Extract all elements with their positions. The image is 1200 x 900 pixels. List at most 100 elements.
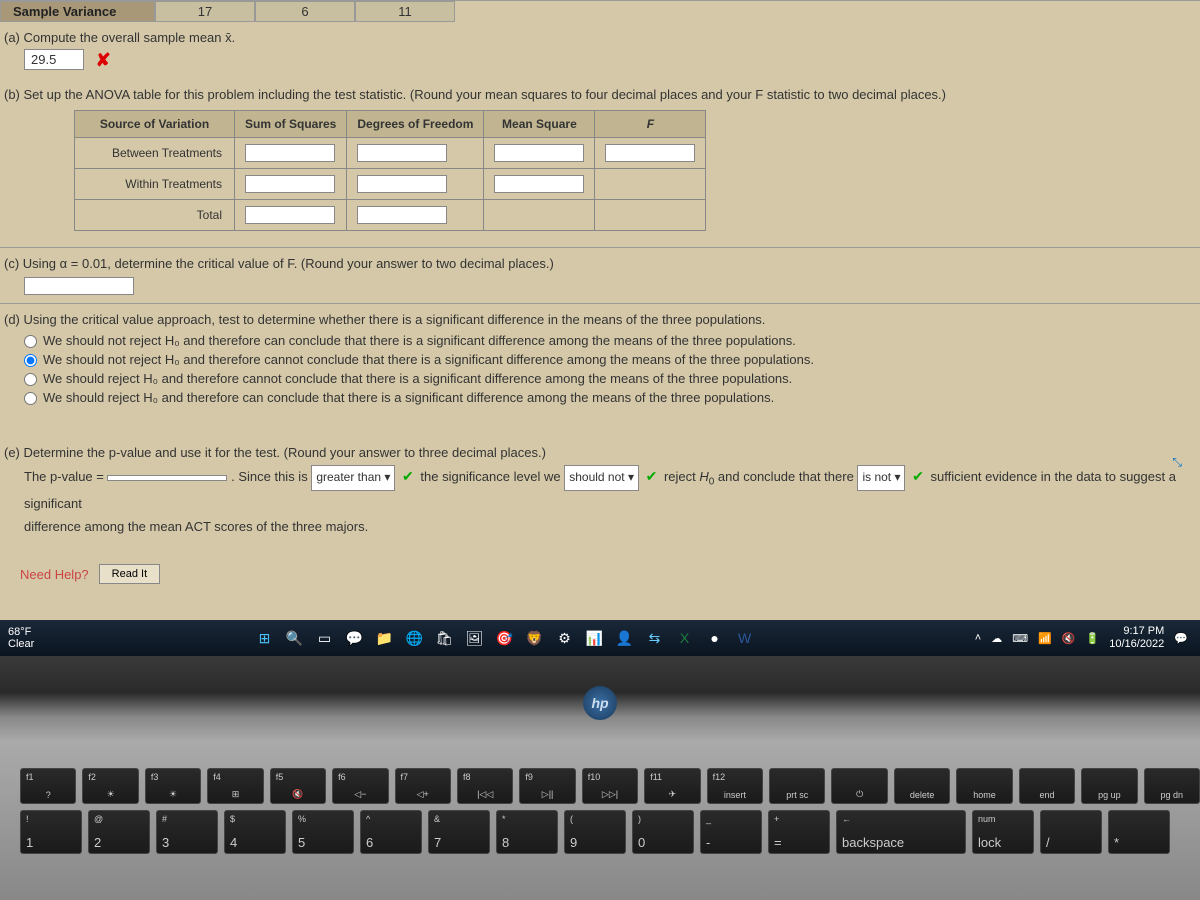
- anova-input-2-1[interactable]: [245, 175, 335, 193]
- date-text: 10/16/2022: [1109, 638, 1164, 651]
- brave-icon[interactable]: 🦁: [525, 628, 545, 648]
- opt-d-2: We should not reject H₀ and therefore ca…: [43, 352, 814, 367]
- sample-variance-label: Sample Variance: [0, 1, 155, 22]
- onedrive-icon[interactable]: ☁: [991, 632, 1002, 645]
- key-?: f1?: [20, 768, 76, 804]
- key-☀: f3☀: [145, 768, 201, 804]
- taskview-icon[interactable]: ▭: [315, 628, 335, 648]
- since-text: . Since this is: [231, 469, 308, 484]
- anova-input-1-1[interactable]: [245, 144, 335, 162]
- part-e-label: (e): [4, 445, 20, 460]
- excel-icon[interactable]: X: [675, 628, 695, 648]
- part-d-prompt: Using the critical value approach, test …: [24, 312, 766, 327]
- battery-icon[interactable]: 🔋: [1086, 632, 1100, 645]
- edge-icon[interactable]: 🌐: [405, 628, 425, 648]
- anova-r2: Within Treatments: [75, 169, 235, 200]
- notifications-icon[interactable]: 💬: [1174, 632, 1188, 645]
- store-icon[interactable]: 🛍: [435, 628, 455, 648]
- start-icon[interactable]: ⊞: [255, 628, 275, 648]
- wifi-icon[interactable]: 📶: [1038, 632, 1052, 645]
- part-d-options: We should not reject H₀ and therefore ca…: [24, 333, 1196, 405]
- photos-icon[interactable]: 🖼: [465, 628, 485, 648]
- key-▷▷|: f10▷▷|: [582, 768, 638, 804]
- key-⏻: ⏻: [831, 768, 887, 804]
- key-|◁◁: f8|◁◁: [457, 768, 513, 804]
- clock[interactable]: 9:17 PM 10/16/2022: [1109, 625, 1164, 651]
- key-6: ^6: [360, 810, 422, 854]
- radio-d-3[interactable]: [24, 373, 37, 386]
- check-icon-3: ✔: [912, 468, 924, 484]
- key-home: home: [956, 768, 1012, 804]
- anova-input-3-2[interactable]: [357, 206, 447, 224]
- key-*: *: [1108, 810, 1170, 854]
- settings-icon[interactable]: ⚙: [555, 628, 575, 648]
- key-prt sc: prt sc: [769, 768, 825, 804]
- part-a-prompt: Compute the overall sample mean x̄.: [24, 30, 236, 45]
- anova-input-1-4[interactable]: [605, 144, 695, 162]
- weather-temp: 68°F: [8, 626, 34, 638]
- anova-input-3-1[interactable]: [245, 206, 335, 224]
- anova-input-1-3[interactable]: [494, 144, 584, 162]
- laptop-body: hp f1?f2☀f3☀f4⊞f5🔇f6◁−f7◁+f8|◁◁f9▷||f10▷…: [0, 656, 1200, 900]
- resize-handle-icon[interactable]: ⤡: [1172, 455, 1182, 470]
- app-icon-1[interactable]: 🎯: [495, 628, 515, 648]
- lang-icon[interactable]: ⌨: [1012, 632, 1028, 645]
- anova-h3: Degrees of Freedom: [347, 111, 484, 138]
- key-1: !1: [20, 810, 82, 854]
- key-3: #3: [156, 810, 218, 854]
- anova-input-1-2[interactable]: [357, 144, 447, 162]
- key-4: $4: [224, 810, 286, 854]
- variance-cell-1: 17: [155, 1, 255, 22]
- search-icon[interactable]: 🔍: [285, 628, 305, 648]
- volume-icon[interactable]: 🔇: [1062, 632, 1076, 645]
- app-icon-4[interactable]: ⇆: [645, 628, 665, 648]
- pvalue-prefix: The p-value =: [24, 469, 104, 484]
- keyboard: f1?f2☀f3☀f4⊞f5🔇f6◁−f7◁+f8|◁◁f9▷||f10▷▷|f…: [20, 768, 1200, 854]
- explorer-icon[interactable]: 📁: [375, 628, 395, 648]
- part-e-prompt: Determine the p-value and use it for the…: [24, 445, 546, 460]
- reject-text: reject H0 and conclude that there: [664, 469, 854, 484]
- key-0: )0: [632, 810, 694, 854]
- should-select[interactable]: should not ▾: [564, 465, 639, 491]
- key-/: /: [1040, 810, 1102, 854]
- time-text: 9:17 PM: [1109, 625, 1164, 638]
- critical-value-input[interactable]: [24, 277, 134, 295]
- key-5: %5: [292, 810, 354, 854]
- mean-input[interactable]: 29.5: [24, 49, 84, 70]
- pvalue-input[interactable]: [107, 475, 227, 481]
- key-◁+: f7◁+: [395, 768, 451, 804]
- key-▷||: f9▷||: [519, 768, 575, 804]
- app-icon-3[interactable]: 👤: [615, 628, 635, 648]
- tray-chevron-icon[interactable]: ˄: [975, 632, 981, 644]
- radio-d-2[interactable]: [24, 354, 37, 367]
- part-a-label: (a): [4, 30, 20, 45]
- app-icon-2[interactable]: 📊: [585, 628, 605, 648]
- key--: _-: [700, 810, 762, 854]
- key-end: end: [1019, 768, 1075, 804]
- read-it-button[interactable]: Read It: [99, 564, 160, 584]
- key-=: +=: [768, 810, 830, 854]
- isnot-select[interactable]: is not ▾: [857, 465, 905, 491]
- anova-h2: Sum of Squares: [235, 111, 347, 138]
- key-pg dn: pg dn: [1144, 768, 1200, 804]
- key-lock: numlock: [972, 810, 1034, 854]
- anova-input-2-3[interactable]: [494, 175, 584, 193]
- key-8: *8: [496, 810, 558, 854]
- weather-widget[interactable]: 68°F Clear: [0, 626, 34, 650]
- key-⊞: f4⊞: [207, 768, 263, 804]
- key-2: @2: [88, 810, 150, 854]
- app-icon-5[interactable]: ●: [705, 628, 725, 648]
- key-delete: delete: [894, 768, 950, 804]
- opt-d-1: We should not reject H₀ and therefore ca…: [43, 333, 796, 348]
- windows-taskbar[interactable]: 68°F Clear ⊞ 🔍 ▭ 💬 📁 🌐 🛍 🖼 🎯 🦁 ⚙ 📊 👤 ⇆ X…: [0, 620, 1200, 656]
- word-icon[interactable]: W: [735, 628, 755, 648]
- incorrect-icon: ✘: [96, 50, 111, 70]
- radio-d-1[interactable]: [24, 335, 37, 348]
- compare-select[interactable]: greater than ▾: [311, 465, 395, 491]
- siglevel-text: the significance level we: [420, 469, 560, 484]
- anova-r3: Total: [75, 200, 235, 231]
- opt-d-3: We should reject H₀ and therefore cannot…: [43, 371, 792, 386]
- chat-icon[interactable]: 💬: [345, 628, 365, 648]
- radio-d-4[interactable]: [24, 392, 37, 405]
- anova-input-2-2[interactable]: [357, 175, 447, 193]
